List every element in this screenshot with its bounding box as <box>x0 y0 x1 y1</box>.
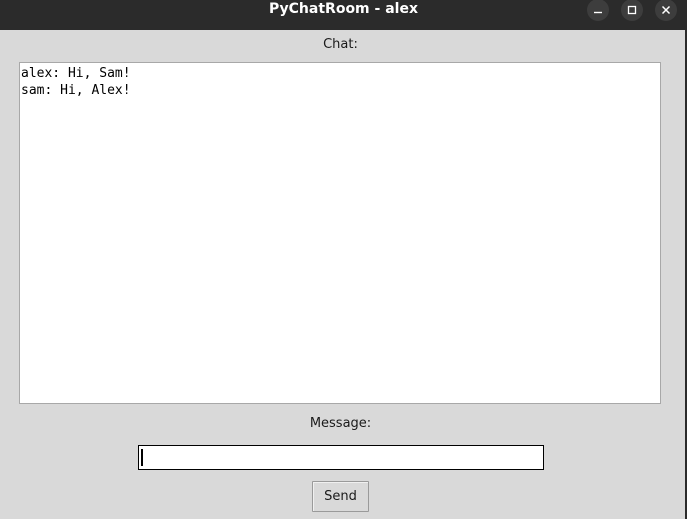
message-input[interactable] <box>138 445 544 470</box>
chat-message: sam: Hi, Alex! <box>21 83 131 98</box>
title-bar[interactable]: PyChatRoom - alex <box>0 0 687 30</box>
maximize-icon <box>627 5 637 15</box>
minimize-button[interactable] <box>587 0 609 21</box>
message-label: Message: <box>309 416 372 431</box>
send-button[interactable]: Send <box>312 481 369 512</box>
text-cursor <box>141 449 143 466</box>
chat-label: Chat: <box>323 37 358 52</box>
close-icon <box>661 5 671 15</box>
close-button[interactable] <box>655 0 677 21</box>
window-title: PyChatRoom - alex <box>269 1 418 17</box>
chat-log[interactable]: alex: Hi, Sam! sam: Hi, Alex! <box>19 62 661 404</box>
chat-message: alex: Hi, Sam! <box>21 66 131 81</box>
maximize-button[interactable] <box>621 0 643 21</box>
app-window: PyChatRoom - alex Chat: alex: Hi, Sam! s… <box>0 0 687 519</box>
minimize-icon <box>594 11 602 14</box>
